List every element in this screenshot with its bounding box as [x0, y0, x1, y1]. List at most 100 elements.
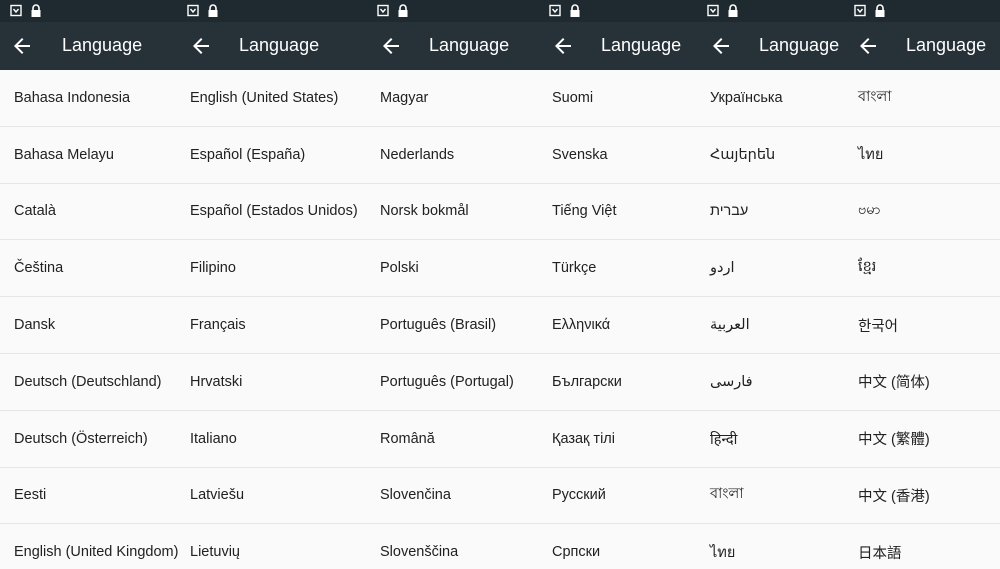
language-label: Română — [380, 430, 435, 447]
language-item[interactable]: Қазақ тілі — [542, 411, 700, 468]
notification-icon — [377, 4, 389, 17]
language-list: Українська Հայերեն עברית اردو العربية فا… — [700, 70, 848, 569]
page-title: Language — [759, 35, 840, 55]
language-item[interactable]: ไทย — [848, 127, 1000, 184]
language-item[interactable]: Eesti — [0, 468, 180, 525]
language-label: Italiano — [190, 430, 237, 447]
language-item[interactable]: Română — [370, 411, 542, 468]
language-item[interactable]: Suomi — [542, 70, 700, 127]
language-item[interactable]: Русский — [542, 468, 700, 525]
language-label: Español (España) — [190, 146, 306, 163]
language-item[interactable]: Latviešu — [180, 468, 370, 525]
language-item[interactable]: বাংলা — [848, 70, 1000, 127]
language-item[interactable]: Dansk — [0, 297, 180, 354]
language-item[interactable]: Català — [0, 184, 180, 241]
app-toolbar: Language — [0, 22, 180, 70]
language-item[interactable]: Magyar — [370, 70, 542, 127]
notification-icon — [549, 4, 561, 17]
language-item[interactable]: Português (Portugal) — [370, 354, 542, 411]
language-item[interactable]: Français — [180, 297, 370, 354]
language-item[interactable]: Português (Brasil) — [370, 297, 542, 354]
language-item[interactable]: हिन्दी — [700, 411, 848, 468]
language-label: Français — [190, 317, 246, 334]
language-label: ไทย — [710, 544, 736, 561]
language-item[interactable]: Српски — [542, 524, 700, 569]
language-item[interactable]: עברית — [700, 184, 848, 241]
language-label: Türkçe — [552, 260, 597, 277]
language-item[interactable]: 中文 (简体) — [848, 354, 1000, 411]
language-label: Русский — [552, 487, 606, 504]
language-item[interactable]: Українська — [700, 70, 848, 127]
back-arrow-icon[interactable] — [551, 34, 575, 58]
language-item[interactable]: ខ្មែរ — [848, 240, 1000, 298]
language-label: Қазақ тілі — [552, 430, 615, 447]
language-item[interactable]: Norsk bokmål — [370, 184, 542, 241]
language-item[interactable]: Español (Estados Unidos) — [180, 184, 370, 241]
language-label: Polski — [380, 260, 419, 277]
language-item[interactable]: Nederlands — [370, 127, 542, 184]
language-item[interactable]: ဗမာ — [848, 184, 1000, 241]
lock-icon — [31, 4, 41, 17]
screen-panel-5: Language Українська Հայերեն עברית اردو ا… — [700, 0, 848, 569]
language-item[interactable]: Polski — [370, 240, 542, 298]
notification-icon — [187, 4, 199, 17]
language-item[interactable]: বাংলা — [700, 468, 848, 525]
back-arrow-icon[interactable] — [856, 34, 880, 58]
language-list: Suomi Svenska Tiếng Việt Türkçe Ελληνικά… — [542, 70, 700, 569]
language-label: Dansk — [14, 317, 56, 334]
language-label: English (United States) — [190, 89, 339, 106]
language-label: Português (Brasil) — [380, 317, 497, 334]
language-item[interactable]: Svenska — [542, 127, 700, 184]
language-label: English (United Kingdom) — [14, 544, 179, 561]
back-arrow-icon[interactable] — [10, 34, 34, 58]
language-item[interactable]: Ελληνικά — [542, 297, 700, 354]
language-item[interactable]: Հայերեն — [700, 127, 848, 184]
status-bar — [848, 0, 1000, 22]
back-arrow-icon[interactable] — [189, 34, 213, 58]
language-item[interactable]: Deutsch (Deutschland) — [0, 354, 180, 411]
language-item[interactable]: Bahasa Indonesia — [0, 70, 180, 127]
status-bar — [0, 0, 180, 22]
notification-icon — [707, 4, 719, 17]
language-item[interactable]: English (United Kingdom) — [0, 524, 180, 569]
language-label: اردو — [710, 260, 735, 277]
language-item[interactable]: Español (España) — [180, 127, 370, 184]
language-item[interactable]: اردو — [700, 240, 848, 298]
language-item[interactable]: 中文 (繁體) — [848, 411, 1000, 468]
language-item[interactable]: 日本語 — [848, 524, 1000, 569]
back-arrow-icon[interactable] — [709, 34, 733, 58]
language-item[interactable]: Български — [542, 354, 700, 411]
app-toolbar: Language — [180, 22, 370, 70]
language-label: فارسی — [710, 373, 753, 390]
language-label: עברית — [710, 203, 749, 220]
language-item[interactable]: Čeština — [0, 240, 180, 298]
screen-panel-2: Language English (United States) Español… — [180, 0, 370, 569]
language-label: Eesti — [14, 487, 47, 504]
language-item[interactable]: العربية — [700, 297, 848, 354]
app-toolbar: Language — [848, 22, 1000, 70]
language-item[interactable]: ไทย — [700, 524, 848, 569]
language-item[interactable]: Filipino — [180, 240, 370, 298]
language-label: 中文 (繁體) — [858, 432, 930, 449]
language-label: Svenska — [552, 146, 608, 163]
language-item[interactable]: 中文 (香港) — [848, 468, 1000, 525]
language-item[interactable]: Hrvatski — [180, 354, 370, 411]
language-item[interactable]: فارسی — [700, 354, 848, 411]
language-item[interactable]: Slovenčina — [370, 468, 542, 525]
language-item[interactable]: Italiano — [180, 411, 370, 468]
language-label: Tiếng Việt — [552, 203, 617, 220]
language-item[interactable]: Bahasa Melayu — [0, 127, 180, 184]
language-label: 中文 (香港) — [858, 488, 930, 505]
language-label: Lietuvių — [190, 544, 240, 561]
status-bar — [180, 0, 370, 22]
language-item[interactable]: Tiếng Việt — [542, 184, 700, 241]
language-item[interactable]: English (United States) — [180, 70, 370, 127]
language-item[interactable]: Slovenščina — [370, 524, 542, 569]
language-label: Filipino — [190, 260, 236, 277]
language-item[interactable]: Lietuvių — [180, 524, 370, 569]
language-item[interactable]: Türkçe — [542, 240, 700, 298]
back-arrow-icon[interactable] — [379, 34, 403, 58]
language-item[interactable]: 한국어 — [848, 297, 1000, 354]
page-title: Language — [239, 35, 320, 55]
language-item[interactable]: Deutsch (Österreich) — [0, 411, 180, 468]
